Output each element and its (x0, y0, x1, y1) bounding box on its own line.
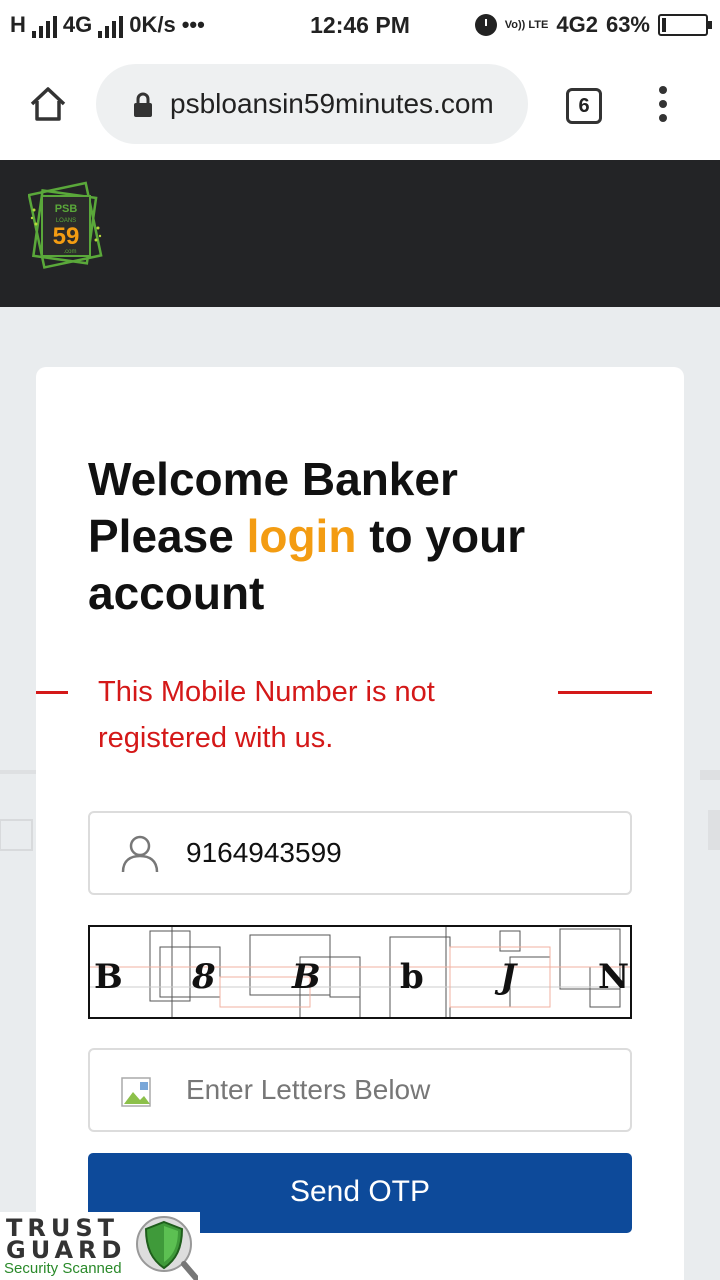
login-card: Welcome Banker Please login to your acco… (36, 367, 684, 1280)
site-header: PSB LOANS 59 .com (0, 160, 720, 307)
svg-text:PSB: PSB (55, 203, 78, 215)
error-line-right (558, 691, 652, 694)
error-message: This Mobile Number is not registered wit… (98, 676, 435, 754)
shield-icon (136, 1216, 198, 1280)
svg-text:59: 59 (53, 223, 80, 250)
mobile-number-value: 9164943599 (186, 837, 342, 868)
captcha-char: b (400, 957, 424, 997)
browser-toolbar: psbloansin59minutes.com 6 (0, 52, 720, 160)
captcha-char: J (500, 957, 517, 997)
heading-account: account (88, 567, 265, 619)
psb-loans-logo[interactable]: PSB LOANS 59 .com (28, 180, 104, 270)
heading-line2: Please login to your (88, 510, 526, 562)
heading-login-highlight: login (246, 510, 357, 562)
home-button[interactable] (28, 84, 68, 124)
network-type-4g2: 4G2 (556, 12, 598, 37)
trust-guard-badge[interactable]: TRUST GUARD Security Scanned (0, 1212, 200, 1280)
alarm-icon (474, 14, 497, 36)
home-icon (30, 87, 66, 121)
captcha-input-placeholder: Enter Letters Below (186, 1074, 431, 1105)
trust-guard-scanned: Security Scanned (4, 1260, 134, 1280)
url-text: psbloansin59minutes.com (170, 88, 494, 119)
error-line-left (36, 691, 68, 694)
heading-welcome: Welcome Banker (88, 453, 458, 505)
battery-icon (658, 14, 712, 36)
captcha-input[interactable]: Enter Letters Below (88, 1048, 632, 1132)
captcha-noise (90, 927, 630, 1017)
status-bar: H 4G 0K/s ••• 12:46 PM Vo)) LTE 4G2 63% (0, 0, 720, 52)
battery-percent: 63% (605, 12, 650, 37)
captcha-char: 8 (192, 957, 216, 997)
user-icon (121, 835, 159, 873)
address-bar[interactable]: psbloansin59minutes.com (96, 64, 528, 144)
captcha-char: B (94, 957, 123, 997)
svg-text:.com: .com (63, 249, 76, 255)
tab-switcher-button[interactable]: 6 (566, 88, 602, 124)
login-heading: Welcome Banker Please login to your acco… (88, 451, 648, 622)
captcha-image: B 8 B b J N (88, 925, 632, 1019)
broken-image-icon (121, 1077, 151, 1107)
browser-menu-button[interactable] (656, 86, 670, 126)
captcha-char: B (292, 957, 321, 997)
volte-indicator: Vo)) LTE (504, 19, 549, 31)
background-decoration-right (700, 770, 720, 850)
mobile-number-field[interactable]: 9164943599 (88, 811, 632, 895)
lock-icon (134, 92, 152, 117)
captcha-char: N (598, 957, 630, 997)
status-right: Vo)) LTE 4G2 63% (474, 12, 712, 38)
